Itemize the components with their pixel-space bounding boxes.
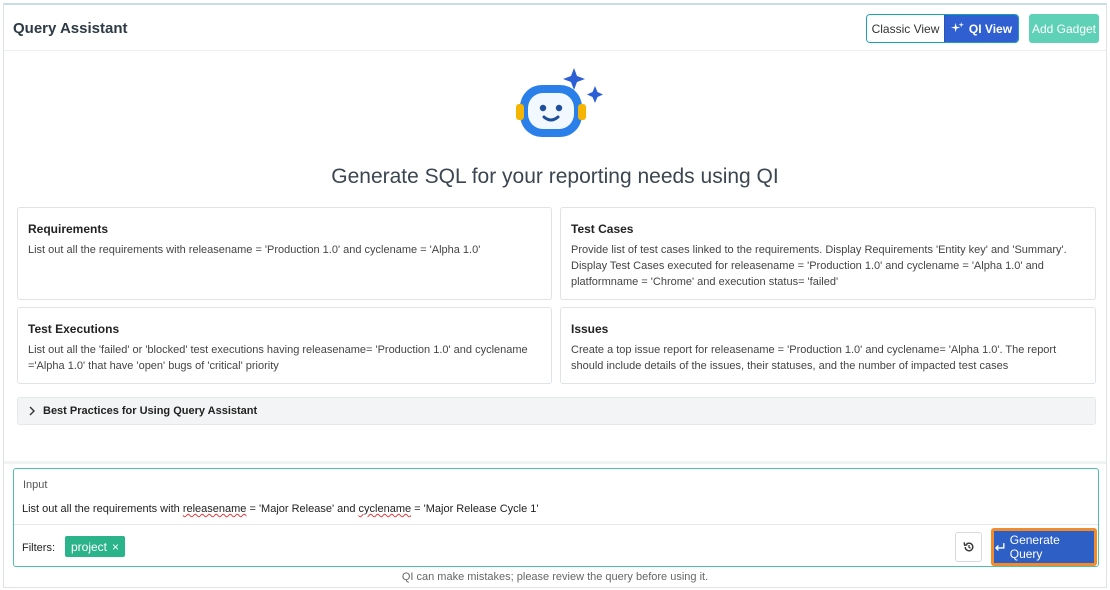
input-separator [14, 524, 1098, 525]
input-label: Input [23, 479, 48, 491]
qi-view-button[interactable]: QI View [944, 15, 1018, 42]
classic-view-button[interactable]: Classic View [867, 15, 944, 42]
robot-assistant-icon [516, 68, 603, 137]
card-title: Requirements [28, 222, 109, 236]
query-assistant-panel: Query Assistant Classic View QI View Add… [3, 3, 1107, 588]
generate-query-button[interactable]: Generate Query [991, 528, 1097, 566]
chip-label: project [71, 539, 108, 554]
card-text: Create a top issue report for releasenam… [571, 344, 1057, 372]
filters-label: Filters: [22, 542, 55, 554]
input-text-part: List out all the requirements with [22, 503, 183, 515]
view-toggle: Classic View QI View [866, 14, 1019, 43]
input-text-part: = 'Major Release' and [246, 503, 359, 515]
qi-view-label: QI View [968, 21, 1013, 36]
input-text-part: = 'Major Release Cycle 1' [411, 503, 539, 515]
filter-chip-project[interactable]: project × [65, 536, 126, 557]
history-icon [963, 542, 973, 552]
query-input-box: Input List out all the requirements with… [13, 468, 1099, 567]
example-card-test-cases[interactable]: Test Cases Provide list of test cases li… [560, 207, 1096, 300]
section-divider [4, 461, 1106, 464]
card-title: Test Cases [571, 222, 634, 236]
card-text: Provide list of test cases linked to the… [571, 244, 1067, 288]
generate-query-label: Generate Query [1009, 533, 1060, 561]
panel-header: Query Assistant Classic View QI View Add… [4, 5, 1106, 51]
page-title: Query Assistant [13, 20, 128, 37]
query-input-field[interactable]: List out all the requirements with relea… [22, 503, 539, 515]
close-icon[interactable]: × [112, 540, 119, 554]
history-button[interactable] [955, 532, 982, 562]
card-title: Test Executions [28, 322, 120, 336]
card-title: Issues [571, 322, 609, 336]
example-card-requirements[interactable]: Requirements List out all the requiremen… [17, 207, 552, 300]
chevron-right-icon [29, 406, 35, 416]
input-text-part: cyclename [358, 503, 412, 515]
hero-headline: Generate SQL for your reporting needs us… [331, 165, 779, 188]
enter-arrow-icon [994, 543, 1005, 551]
input-text-part: releasename [182, 503, 247, 515]
disclaimer-note: QI can make mistakes; please review the … [401, 571, 709, 583]
accordion-label: Best Practices for Using Query Assistant [43, 405, 258, 417]
example-card-issues[interactable]: Issues Create a top issue report for rel… [560, 307, 1096, 384]
sparkle-icon [950, 22, 964, 33]
example-card-test-executions[interactable]: Test Executions List out all the 'failed… [17, 307, 552, 384]
best-practices-accordion[interactable]: Best Practices for Using Query Assistant [17, 397, 1096, 425]
card-text: List out all the 'failed' or 'blocked' t… [28, 344, 528, 372]
card-text: List out all the requirements with relea… [28, 244, 481, 256]
add-gadget-button[interactable]: Add Gadget [1029, 14, 1099, 43]
